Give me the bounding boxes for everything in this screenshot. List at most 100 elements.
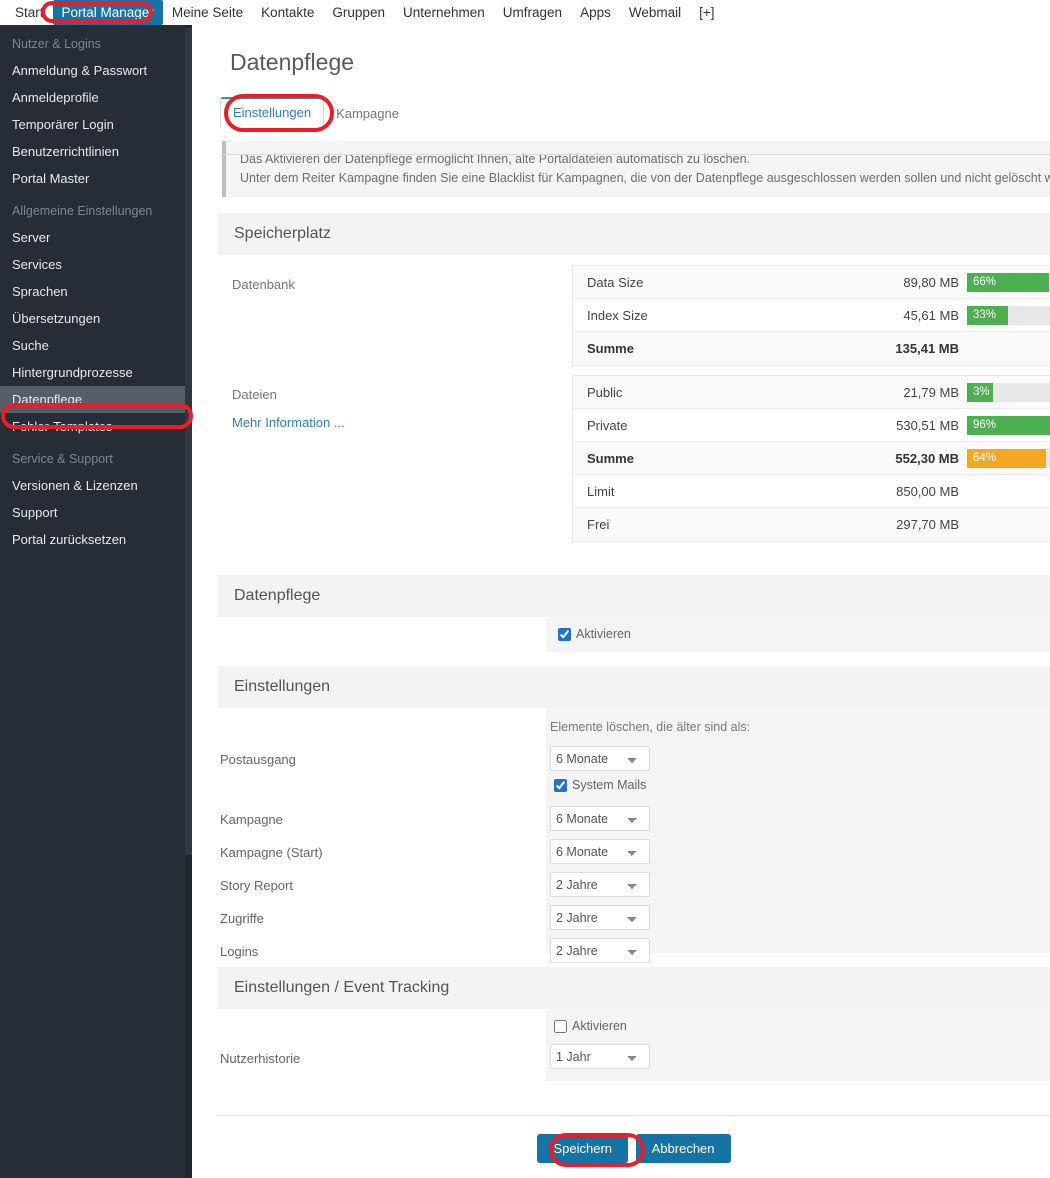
sidebar-item-hintergrundprozesse[interactable]: Hintergrundprozesse <box>0 359 192 386</box>
storage-row-name: Summe <box>587 341 634 356</box>
settings-select-postausgang[interactable]: 1 Monat3 Monate6 Monate1 Jahr2 Jahre3 Ja… <box>550 746 650 771</box>
storage-usage-bar <box>967 339 1050 358</box>
table-row: Summe 135,41 MB <box>573 332 1050 365</box>
settings-row-select-wrap: 1 Monat3 Monate6 Monate1 Jahr2 Jahre3 Ja… <box>550 839 650 864</box>
storage-row-name: Frei <box>587 517 610 532</box>
storage-usage-bar: 3% <box>967 382 1050 402</box>
storage-row-name: Data Size <box>587 274 644 290</box>
tab-kampagne[interactable]: Kampagne <box>324 100 411 128</box>
event-tracking-activate-label: Aktivieren <box>572 1019 627 1033</box>
storage-row-name: Summe <box>587 450 634 466</box>
sidebar-item-sprachen[interactable]: Sprachen <box>0 278 192 305</box>
info-line-1: Das Aktivieren der Datenpflege ermöglich… <box>240 152 751 166</box>
storage-row-name: Index Size <box>587 307 648 323</box>
tab-einstellungen[interactable]: Einstellungen <box>220 97 325 128</box>
settings-select-story-report[interactable]: 1 Monat3 Monate6 Monate1 Jahr2 Jahre3 Ja… <box>550 872 650 897</box>
system-mails-checkbox[interactable] <box>554 778 567 792</box>
cancel-button[interactable]: Abbrechen <box>635 1134 731 1163</box>
sidebar-item-support[interactable]: Support <box>0 499 192 526</box>
sidebar-item-anmeldung-passwort[interactable]: Anmeldung & Passwort <box>0 57 192 84</box>
settings-label-column <box>218 708 546 953</box>
sidebar-item-bersetzungen[interactable]: Übersetzungen <box>0 305 192 332</box>
settings-row-select-wrap: 1 Monat3 Monate6 Monate1 Jahr2 Jahre3 Ja… <box>550 872 650 897</box>
sidebar-item-datenpflege[interactable]: Datenpflege <box>0 386 192 413</box>
table-row: Summe 552,30 MB 64% <box>573 442 1050 475</box>
nutzerhistorie-select-wrap: 1 Monat3 Monate6 Monate1 Jahr2 Jahre3 Ja… <box>550 1044 650 1069</box>
table-row: Frei 297,70 MB <box>573 508 1050 541</box>
nav-item-unternehmen[interactable]: Unternehmen <box>394 0 494 25</box>
storage-usage-bar-fill: 33% <box>967 305 1008 325</box>
table-row: Limit 850,00 MB <box>573 475 1050 508</box>
main-content: Datenpflege Einstellungen Kampagne Das Ak… <box>192 25 1050 1178</box>
sidebar-item-tempor-rer-login[interactable]: Temporärer Login <box>0 111 192 138</box>
storage-usage-bar: 64% <box>967 448 1050 468</box>
sidebar-item-benutzerrichtlinien[interactable]: Benutzerrichtlinien <box>0 138 192 165</box>
nav-item-kontakte[interactable]: Kontakte <box>252 0 323 25</box>
tab-bar-rule <box>220 154 1050 155</box>
system-mails-checkbox-line[interactable]: System Mails <box>554 778 646 792</box>
nav-item-webmail[interactable]: Webmail <box>620 0 690 25</box>
nav-item-[interactable]: [+] <box>690 0 723 25</box>
sidebar-navigation: Nutzer & Logins Anmeldung & Passwort Anmel… <box>0 31 192 553</box>
settings-row-label: Kampagne (Start) <box>220 845 323 860</box>
info-line-2: Unter dem Reiter Kampagne finden Sie ein… <box>240 171 1050 185</box>
sidebar-item-services[interactable]: Services <box>0 251 192 278</box>
storage-row-value: 530,51 MB <box>896 417 959 433</box>
sidebar-item-anmeldeprofile[interactable]: Anmeldeprofile <box>0 84 192 111</box>
storage-usage-bar: 96% <box>967 415 1050 435</box>
section-header-speicherplatz: Speicherplatz <box>218 213 1050 255</box>
nav-item-meine-seite[interactable]: Meine Seite <box>163 0 252 25</box>
settings-select-kampagne[interactable]: 1 Monat3 Monate6 Monate1 Jahr2 Jahre3 Ja… <box>550 806 650 831</box>
nav-item-portal-manager[interactable]: Portal Manager <box>52 0 163 25</box>
nav-item-apps[interactable]: Apps <box>571 0 620 25</box>
nutzerhistorie-select[interactable]: 1 Monat3 Monate6 Monate1 Jahr2 Jahre3 Ja… <box>550 1044 650 1069</box>
event-tracking-activate-checkbox[interactable] <box>554 1019 567 1033</box>
nutzerhistorie-label: Nutzerhistorie <box>220 1051 301 1066</box>
storage-row-name: Private <box>587 417 628 433</box>
nav-item-start[interactable]: Start <box>6 0 53 25</box>
sidebar-scrollbar-thumb[interactable] <box>185 28 192 855</box>
settings-form: Elemente löschen, die älter sind als: Pos… <box>218 708 1050 963</box>
settings-select-kampagne-start[interactable]: 1 Monat3 Monate6 Monate1 Jahr2 Jahre3 Ja… <box>550 839 650 864</box>
more-information-link[interactable]: Mehr Information ... <box>232 415 345 430</box>
settings-select-zugriffe[interactable]: 1 Monat3 Monate6 Monate1 Jahr2 Jahre3 Ja… <box>550 905 650 930</box>
storage-row-value: 135,41 MB <box>895 341 959 356</box>
info-message-box: Das Aktivieren der Datenpflege ermöglich… <box>222 141 1050 197</box>
database-storage-table: Data Size 89,80 MB 66% Index Size 45,61 MB 33… <box>572 265 1050 366</box>
settings-select-logins[interactable]: 1 Monat3 Monate6 Monate1 Jahr2 Jahre3 Ja… <box>550 938 650 963</box>
sidebar-item-fehler-templates[interactable]: Fehler-Templates <box>0 413 192 440</box>
datenpflege-activate-label: Aktivieren <box>576 627 631 641</box>
storage-usage-bar: 66% <box>967 272 1050 292</box>
files-storage-table: Public 21,79 MB 3% Private 530,51 MB 96% Summe… <box>572 375 1050 542</box>
sidebar-group-title: Allgemeine Einstellungen <box>12 204 153 218</box>
sidebar-scrollbar-track[interactable] <box>185 25 192 1178</box>
system-mails-label: System Mails <box>572 778 647 792</box>
action-button-bar: Speichern Abbrechen <box>218 1115 1050 1163</box>
sidebar-item-versionen-lizenzen[interactable]: Versionen & Lizenzen <box>0 472 192 499</box>
nav-item-gruppen[interactable]: Gruppen <box>323 0 394 25</box>
sidebar-item-portal-master[interactable]: Portal Master <box>0 165 192 192</box>
storage-row-value: 850,00 MB <box>896 483 959 499</box>
event-tracking-activate-checkbox-line[interactable]: Aktivieren <box>554 1019 627 1033</box>
datenpflege-activate-checkbox[interactable] <box>558 627 571 641</box>
storage-row-name: Public <box>587 384 623 400</box>
tab-bar: Einstellungen Kampagne <box>220 97 1050 128</box>
nav-item-umfragen[interactable]: Umfragen <box>494 0 571 25</box>
settings-row-select-wrap: 1 Monat3 Monate6 Monate1 Jahr2 Jahre3 Ja… <box>550 905 650 930</box>
settings-row-label: Logins <box>220 944 259 959</box>
datenpflege-row-spacer <box>218 617 546 652</box>
section-header-einstellungen: Einstellungen <box>218 666 1050 708</box>
storage-row-name: Limit <box>587 483 615 499</box>
table-row: Data Size 89,80 MB 66% <box>573 266 1050 299</box>
event-tracking-form: Nutzerhistorie Aktivieren 1 Monat3 Monat… <box>218 1009 1050 1081</box>
save-button[interactable]: Speichern <box>537 1134 629 1163</box>
sidebar-item-suche[interactable]: Suche <box>0 332 192 359</box>
datenpflege-activate-checkbox-line[interactable]: Aktivieren <box>558 627 631 641</box>
datenpflege-activate-row: Aktivieren <box>218 617 1050 652</box>
storage-usage-bar: 33% <box>967 305 1050 325</box>
sidebar-item-portal-zur-cksetzen[interactable]: Portal zurücksetzen <box>0 526 192 553</box>
storage-row-value: 552,30 MB <box>895 450 959 466</box>
storage-usage-bar <box>967 482 1050 501</box>
storage-usage-bar-fill: 3% <box>967 382 993 402</box>
sidebar-item-server[interactable]: Server <box>0 224 192 251</box>
